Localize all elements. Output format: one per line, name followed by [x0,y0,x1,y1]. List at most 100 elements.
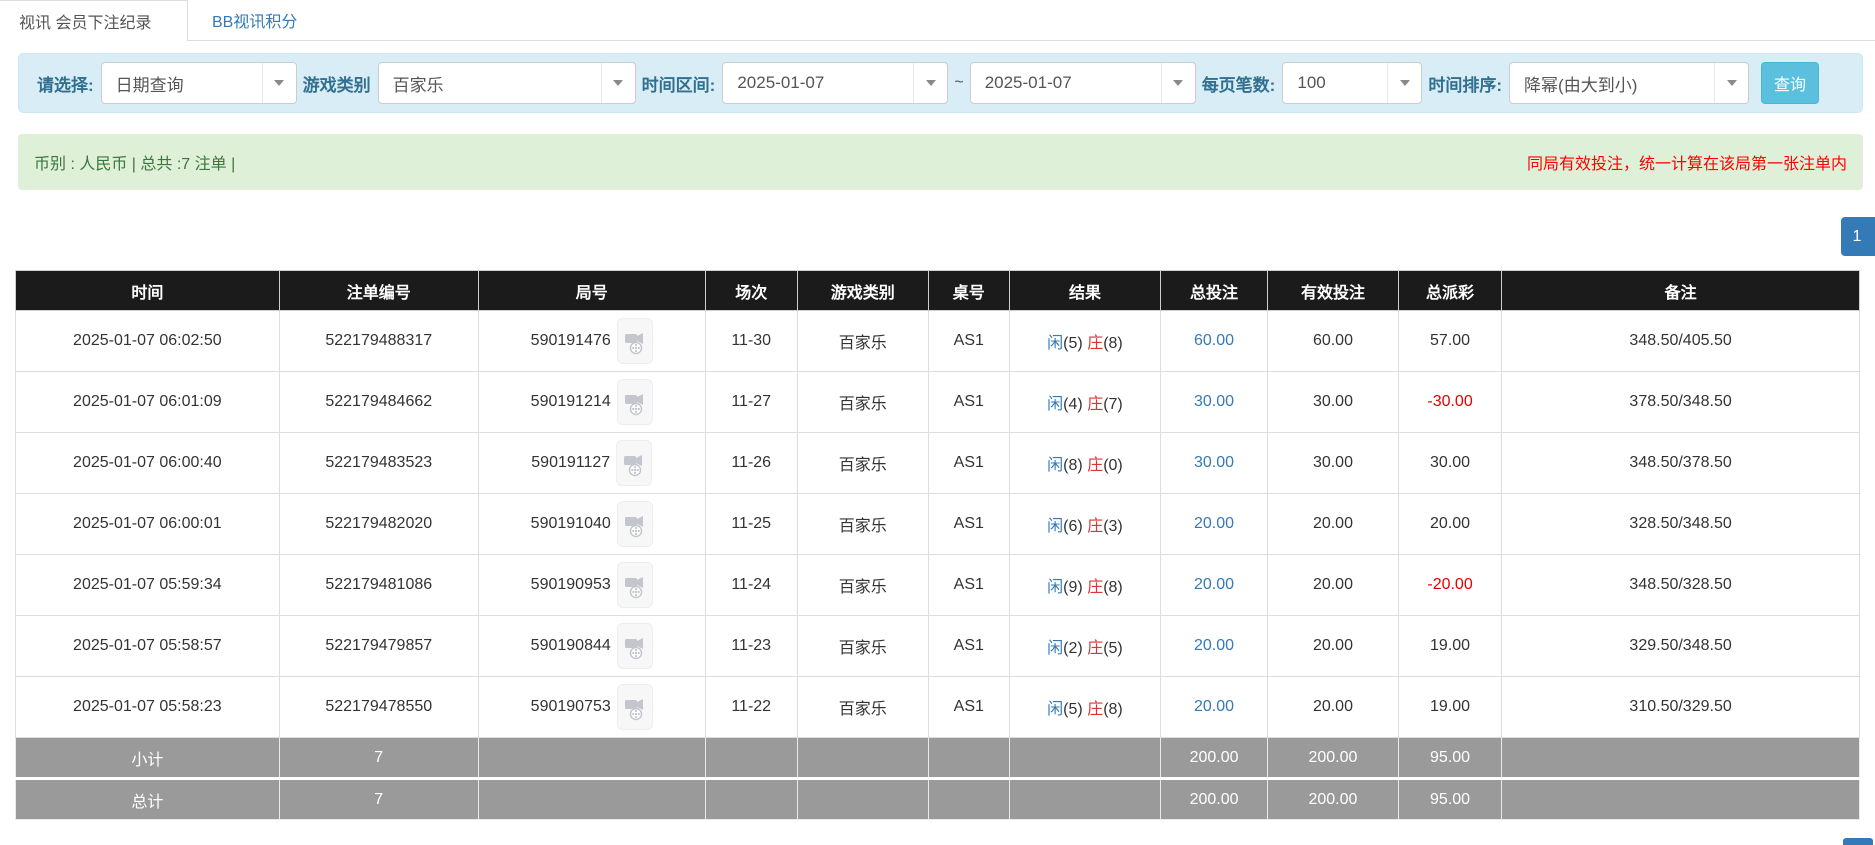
result-cell: 闲(2) 庄(5) [1009,616,1160,677]
date-to-select[interactable]: 2025-01-07 [970,62,1196,104]
bet-id-cell: 522179488317 [279,311,478,372]
film-video-icon [624,632,646,660]
page-1-button-bottom-partial[interactable] [1843,838,1873,845]
payout-cell: 19.00 [1398,616,1501,677]
video-replay-button[interactable] [617,501,653,547]
result-player-count: (6) [1063,518,1083,535]
round-id-value: 590190753 [531,698,611,716]
subtotal-total-bet: 200.00 [1161,738,1268,779]
result-player-label: 闲 [1047,335,1063,352]
time-cell: 2025-01-07 05:59:34 [16,555,280,616]
total-bet-cell: 20.00 [1161,677,1268,738]
total-bet-cell: 20.00 [1161,494,1268,555]
valid-bet-cell: 20.00 [1268,555,1399,616]
result-cell: 闲(9) 庄(8) [1009,555,1160,616]
video-replay-button[interactable] [617,318,653,364]
time-sort-value: 降幂(由大到小) [1510,71,1714,96]
round-id-cell: 590190953 [478,555,705,616]
bet-id-cell: 522179483523 [279,433,478,494]
valid-bet-cell: 30.00 [1268,372,1399,433]
result-banker-count: (5) [1103,640,1123,657]
remark-cell: 328.50/348.50 [1502,494,1860,555]
table-row: 2025-01-07 06:00:01 522179482020 5901910… [16,494,1860,555]
query-type-select[interactable]: 日期查询 [101,62,297,104]
round-id-value: 590191040 [531,515,611,533]
time-cell: 2025-01-07 06:00:40 [16,433,280,494]
total-bet-link[interactable]: 60.00 [1194,332,1234,349]
session-cell: 11-30 [705,311,797,372]
round-id-cell: 590190844 [478,616,705,677]
range-separator: ~ [954,74,963,92]
total-bet-link[interactable]: 20.00 [1194,576,1234,593]
game-category-cell: 百家乐 [797,433,928,494]
payout-cell: 57.00 [1398,311,1501,372]
game-category-cell: 百家乐 [797,677,928,738]
video-replay-button[interactable] [617,562,653,608]
film-video-icon [624,388,646,416]
table-row: 2025-01-07 06:02:50 522179488317 5901914… [16,311,1860,372]
query-button[interactable]: 查询 [1761,62,1819,104]
filter-bar: 请选择: 日期查询 游戏类别 百家乐 时间区间: 2025-01-07 ~ 20… [18,53,1863,113]
time-sort-label: 时间排序: [1428,71,1502,96]
time-cell: 2025-01-07 05:58:23 [16,677,280,738]
time-cell: 2025-01-07 06:02:50 [16,311,280,372]
page-size-select[interactable]: 100 [1282,62,1422,104]
round-id-cell: 590191214 [478,372,705,433]
video-replay-button[interactable] [617,623,653,669]
round-id-cell: 590190753 [478,677,705,738]
video-replay-button[interactable] [617,684,653,730]
result-player-label: 闲 [1047,518,1063,535]
game-category-cell: 百家乐 [797,311,928,372]
game-category-select[interactable]: 百家乐 [378,62,636,104]
remark-cell: 348.50/328.50 [1502,555,1860,616]
col-valid-bet: 有效投注 [1268,271,1399,311]
video-replay-button[interactable] [616,440,652,486]
time-cell: 2025-01-07 06:00:01 [16,494,280,555]
tab-bb-video-points[interactable]: BB视讯积分 [188,0,327,40]
table-body: 2025-01-07 06:02:50 522179488317 5901914… [16,311,1860,738]
col-total-bet: 总投注 [1161,271,1268,311]
remark-cell: 378.50/348.50 [1502,372,1860,433]
video-replay-button[interactable] [617,379,653,425]
col-round-id: 局号 [478,271,705,311]
total-bet-cell: 30.00 [1161,433,1268,494]
total-total-bet: 200.00 [1161,779,1268,820]
total-valid-bet: 200.00 [1268,779,1399,820]
chevron-down-icon [601,63,635,103]
result-player-count: (2) [1063,640,1083,657]
page-1-button[interactable]: 1 [1841,217,1875,256]
time-sort-select[interactable]: 降幂(由大到小) [1509,62,1749,104]
col-session: 场次 [705,271,797,311]
payout-cell: 20.00 [1398,494,1501,555]
currency-total-text: 币别 : 人民币 | 总共 :7 注单 | [34,150,235,174]
result-cell: 闲(5) 庄(8) [1009,677,1160,738]
result-player-count: (5) [1063,701,1083,718]
table-no-cell: AS1 [928,433,1009,494]
total-bet-link[interactable]: 20.00 [1194,515,1234,532]
result-banker-count: (8) [1103,701,1123,718]
total-bet-link[interactable]: 20.00 [1194,637,1234,654]
chevron-down-icon [1387,63,1421,103]
result-banker-label: 庄 [1087,396,1103,413]
remark-cell: 329.50/348.50 [1502,616,1860,677]
round-id-cell: 590191040 [478,494,705,555]
result-player-label: 闲 [1047,396,1063,413]
film-video-icon [624,693,646,721]
round-id-cell: 590191476 [478,311,705,372]
game-category-value: 百家乐 [379,71,601,96]
total-bet-link[interactable]: 30.00 [1194,393,1234,410]
film-video-icon [624,571,646,599]
col-payout: 总派彩 [1398,271,1501,311]
tab-video-bet-records[interactable]: 视讯 会员下注纪录 [0,0,188,41]
pagination-row: 1 [0,190,1875,270]
result-banker-label: 庄 [1087,457,1103,474]
col-result: 结果 [1009,271,1160,311]
film-video-icon [624,510,646,538]
result-banker-label: 庄 [1087,518,1103,535]
valid-bet-cell: 20.00 [1268,494,1399,555]
result-banker-count: (7) [1103,396,1123,413]
total-bet-link[interactable]: 30.00 [1194,454,1234,471]
date-from-select[interactable]: 2025-01-07 [722,62,948,104]
total-bet-link[interactable]: 20.00 [1194,698,1234,715]
bet-id-cell: 522179484662 [279,372,478,433]
